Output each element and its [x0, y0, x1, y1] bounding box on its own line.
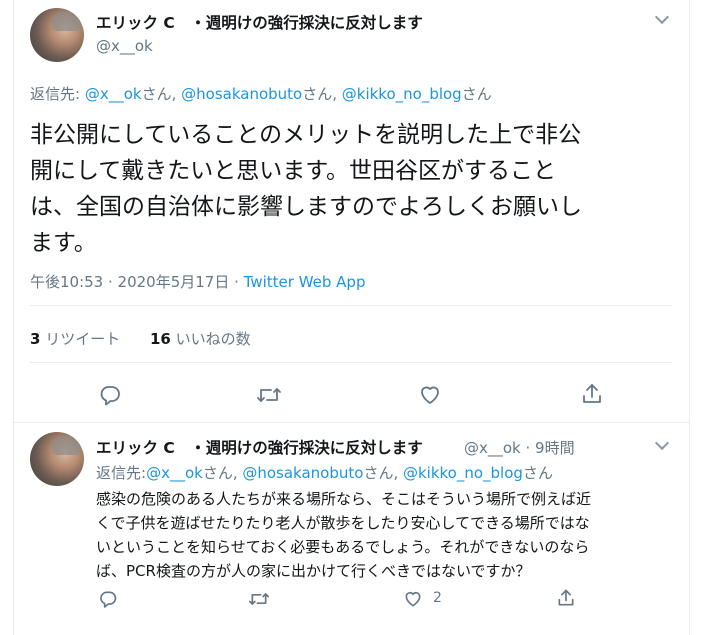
- reply-icon[interactable]: [98, 383, 122, 407]
- tweet-text-line: ます。: [30, 230, 97, 256]
- timestamp[interactable]: 午後10:53 · 2020年5月17日 ·: [30, 273, 244, 291]
- reply-to-user-2[interactable]: @hosakanobuto: [242, 464, 363, 482]
- reply-to-user-3[interactable]: @kikko_no_blog: [342, 85, 462, 103]
- heart-icon[interactable]: [403, 589, 423, 609]
- reply-to-user-1[interactable]: @x__ok: [146, 464, 203, 482]
- tweet-text-line: 感染の危険のある人たちが来る場所なら、そこはそういう場所で例えば近: [96, 490, 592, 508]
- reply-to-sep: さん,: [302, 85, 342, 103]
- tweet-text-line: 非公開にしていることのメリットを説明した上で非公: [30, 122, 582, 148]
- retweet-icon[interactable]: [256, 383, 282, 407]
- share-icon[interactable]: [580, 382, 604, 406]
- reply-to: 返信先:@x__okさん, @hosakanobutoさん, @kikko_no…: [96, 462, 553, 483]
- reply-to: 返信先: @x__okさん, @hosakanobutoさん, @kikko_n…: [30, 83, 492, 104]
- retweets-stat[interactable]: 3 リツイート: [30, 328, 120, 349]
- retweets-label: リツイート: [45, 330, 121, 348]
- display-name[interactable]: エリック C ・週明けの強行採決に反対します: [96, 11, 423, 33]
- tweet-text-line: は、全国の自治体に影響しますのでよろしくお願いし: [30, 194, 582, 220]
- reply-to-label: 返信先:: [30, 85, 81, 103]
- tweet-text-line: いということを知らせておく必要もあるでしょう。それができないのなら: [96, 538, 590, 556]
- divider: [30, 305, 672, 306]
- reply-to-sep: さん,: [141, 85, 182, 103]
- likes-count: 16: [150, 330, 171, 348]
- tweet-text-line: くで子供を遊ばせたりたり老人が散歩をしたり安心してできる場所ではな: [96, 514, 590, 532]
- source-app[interactable]: Twitter Web App: [244, 273, 366, 291]
- tweet-text-line: ば、PCR検査の方が人の家に出かけて行くべきではないですか？: [96, 562, 531, 580]
- divider: [30, 362, 672, 363]
- divider: [14, 422, 689, 423]
- reply-to-user-3[interactable]: @kikko_no_blog: [403, 464, 523, 482]
- reply-to-sep: さん,: [202, 464, 243, 482]
- reply-to-sep: さん,: [363, 464, 403, 482]
- handle-and-time[interactable]: @x__ok · 9時間: [464, 437, 575, 458]
- reply-to-suffix: さん: [461, 85, 492, 103]
- like-count: 2: [433, 590, 442, 606]
- handle[interactable]: @x__ok: [96, 37, 153, 55]
- retweet-icon[interactable]: [248, 589, 270, 609]
- avatar[interactable]: [30, 432, 84, 486]
- likes-label: いいねの数: [175, 330, 251, 348]
- heart-icon[interactable]: [418, 383, 442, 407]
- likes-stat[interactable]: 16 いいねの数: [150, 328, 251, 349]
- reply-to-label: 返信先:: [96, 464, 147, 482]
- retweets-count: 3: [30, 330, 41, 348]
- reply-to-user-1[interactable]: @x__ok: [85, 85, 142, 103]
- reply-icon[interactable]: [98, 589, 118, 609]
- display-name[interactable]: エリック C ・週明けの強行採決に反対します: [96, 436, 423, 458]
- reply-to-user-2[interactable]: @hosakanobuto: [181, 85, 302, 103]
- tweet-text-line: 開にして戴きたいと思います。世田谷区がすること: [30, 158, 557, 184]
- share-icon[interactable]: [556, 588, 576, 608]
- avatar[interactable]: [30, 8, 84, 62]
- tweet-meta: 午後10:53 · 2020年5月17日 · Twitter Web App: [30, 271, 365, 292]
- reply-to-suffix: さん: [522, 464, 553, 482]
